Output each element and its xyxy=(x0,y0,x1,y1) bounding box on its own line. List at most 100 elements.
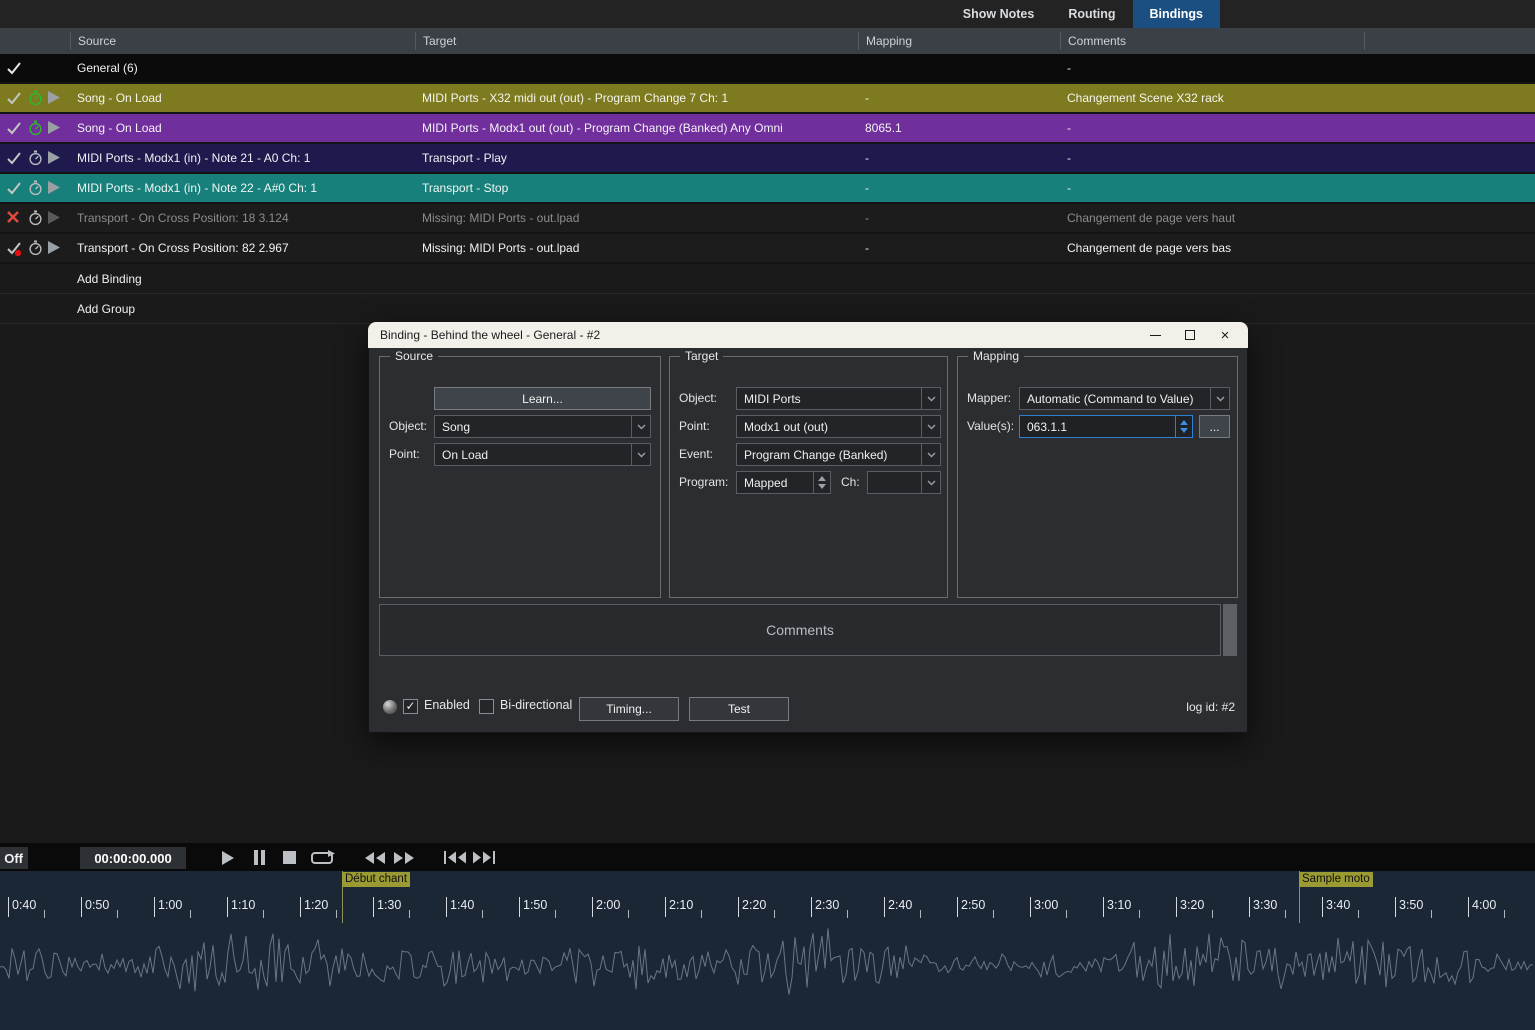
binding-row[interactable]: MIDI Ports - Modx1 (in) - Note 21 - A0 C… xyxy=(0,144,1535,174)
maximize-icon xyxy=(1185,330,1195,340)
fast-forward-button[interactable] xyxy=(391,846,417,869)
target-point-combo[interactable]: Modx1 out (out) xyxy=(736,415,941,438)
chevron-down-icon xyxy=(921,416,940,437)
time-tick xyxy=(592,897,593,917)
close-button[interactable]: × xyxy=(1208,322,1242,348)
tab-routing[interactable]: Routing xyxy=(1051,0,1132,28)
time-tick-minor xyxy=(847,910,848,918)
target-program-spinbox[interactable]: Mapped xyxy=(736,471,831,494)
column-header-comments[interactable]: Comments xyxy=(1060,32,1364,50)
skip-to-end-button[interactable] xyxy=(470,846,496,869)
binding-row[interactable]: MIDI Ports - Modx1 (in) - Note 22 - A#0 … xyxy=(0,174,1535,204)
tab-bindings[interactable]: Bindings xyxy=(1133,0,1220,28)
transport-time-display: 00:00:00.000 xyxy=(80,847,186,869)
target-event-combo[interactable]: Program Change (Banked) xyxy=(736,443,941,466)
bidirectional-checkbox[interactable] xyxy=(479,699,494,714)
comments-textarea[interactable]: Comments xyxy=(379,604,1221,656)
binding-row[interactable]: Transport - On Cross Position: 18 3.124M… xyxy=(0,204,1535,234)
timer-icon[interactable] xyxy=(28,180,44,196)
dialog-titlebar[interactable]: Binding - Behind the wheel - General - #… xyxy=(368,322,1248,348)
mapper-combo[interactable]: Automatic (Command to Value) xyxy=(1019,387,1230,410)
binding-row[interactable]: Transport - On Cross Position: 82 2.967M… xyxy=(0,234,1535,264)
comments-cell: - xyxy=(1060,181,1364,195)
tab-show-notes[interactable]: Show Notes xyxy=(946,0,1052,28)
bidirectional-label: Bi-directional xyxy=(500,698,572,712)
values-input[interactable]: 063.1.1 xyxy=(1019,415,1193,438)
enabled-check-icon[interactable] xyxy=(6,60,22,76)
enabled-label: Enabled xyxy=(424,698,470,712)
column-header-target[interactable]: Target xyxy=(415,32,858,50)
column-header-mapping[interactable]: Mapping xyxy=(858,32,1060,50)
rewind-button[interactable] xyxy=(362,846,388,869)
enabled-check-icon[interactable] xyxy=(6,180,22,196)
transport-off-button[interactable]: Off xyxy=(0,847,28,869)
time-tick-label: 2:50 xyxy=(961,898,985,912)
add-group-row[interactable]: Add Group xyxy=(0,294,1535,324)
header-spacer-column xyxy=(1364,32,1535,50)
time-tick-minor xyxy=(1431,910,1432,918)
timer-icon[interactable] xyxy=(28,150,44,166)
pause-button[interactable] xyxy=(246,846,272,869)
mapping-cell: - xyxy=(858,91,1060,105)
test-play-icon[interactable] xyxy=(47,90,63,106)
timer-icon[interactable] xyxy=(28,210,44,226)
source-point-combo[interactable]: On Load xyxy=(434,443,651,466)
row-status-icons xyxy=(0,84,70,112)
column-header-source[interactable]: Source xyxy=(70,32,415,50)
error-x-icon[interactable] xyxy=(6,210,22,226)
spinner-arrows-icon[interactable] xyxy=(1175,416,1192,437)
stop-button[interactable] xyxy=(276,846,302,869)
binding-row[interactable]: Song - On LoadMIDI Ports - Modx1 out (ou… xyxy=(0,114,1535,144)
add-binding-row[interactable]: Add Binding xyxy=(0,264,1535,294)
timer-icon[interactable] xyxy=(28,90,44,106)
header-icons-column xyxy=(0,32,70,50)
time-tick xyxy=(519,897,520,917)
row-status-icons xyxy=(0,144,70,172)
test-play-icon[interactable] xyxy=(47,180,63,196)
time-tick-minor xyxy=(1504,910,1505,918)
minimize-button[interactable] xyxy=(1138,322,1172,348)
timeline-panel[interactable]: 0:400:501:001:101:201:301:401:502:002:10… xyxy=(0,871,1535,1030)
maximize-button[interactable] xyxy=(1173,322,1207,348)
skip-to-start-button[interactable] xyxy=(442,846,468,869)
time-tick-label: 3:30 xyxy=(1253,898,1277,912)
time-tick-label: 2:10 xyxy=(669,898,693,912)
test-play-icon[interactable] xyxy=(47,120,63,136)
target-ch-combo[interactable] xyxy=(867,471,941,494)
comments-cell: - xyxy=(1060,151,1364,165)
time-tick-label: 0:40 xyxy=(12,898,36,912)
enabled-checkbox[interactable]: ✓ xyxy=(403,699,418,714)
spinner-arrows-icon[interactable] xyxy=(813,472,830,493)
test-play-icon[interactable] xyxy=(47,240,63,256)
enabled-check-icon[interactable] xyxy=(6,150,22,166)
loop-button[interactable] xyxy=(306,846,338,869)
timer-icon[interactable] xyxy=(28,240,44,256)
enabled-check-icon[interactable] xyxy=(6,240,22,256)
time-tick-minor xyxy=(1066,910,1067,918)
test-button[interactable]: Test xyxy=(689,697,789,721)
timer-icon[interactable] xyxy=(28,120,44,136)
timing-button[interactable]: Timing... xyxy=(579,697,679,721)
timeline-marker[interactable]: Sample moto xyxy=(1299,872,1373,887)
time-tick xyxy=(300,897,301,917)
enabled-check-icon[interactable] xyxy=(6,90,22,106)
timeline-marker[interactable]: Début chant xyxy=(342,872,410,887)
target-point-label: Point: xyxy=(679,415,710,438)
target-object-combo[interactable]: MIDI Ports xyxy=(736,387,941,410)
mapper-label: Mapper: xyxy=(967,387,1011,410)
play-button[interactable] xyxy=(214,846,240,869)
values-more-button[interactable]: ... xyxy=(1199,415,1230,438)
group-row[interactable]: General (6)- xyxy=(0,54,1535,84)
comments-scrollbar[interactable] xyxy=(1223,604,1237,656)
test-play-icon[interactable] xyxy=(47,150,63,166)
target-cell: Missing: MIDI Ports - out.lpad xyxy=(415,211,858,225)
test-play-icon[interactable] xyxy=(47,210,63,226)
binding-row[interactable]: Song - On LoadMIDI Ports - X32 midi out … xyxy=(0,84,1535,114)
time-tick xyxy=(81,897,82,917)
learn-button[interactable]: Learn... xyxy=(434,387,651,410)
mapping-cell: - xyxy=(858,241,1060,255)
enabled-check-icon[interactable] xyxy=(6,120,22,136)
transport-bar: Off 00:00:00.000 xyxy=(0,843,1535,871)
time-tick-minor xyxy=(409,910,410,918)
source-object-combo[interactable]: Song xyxy=(434,415,651,438)
